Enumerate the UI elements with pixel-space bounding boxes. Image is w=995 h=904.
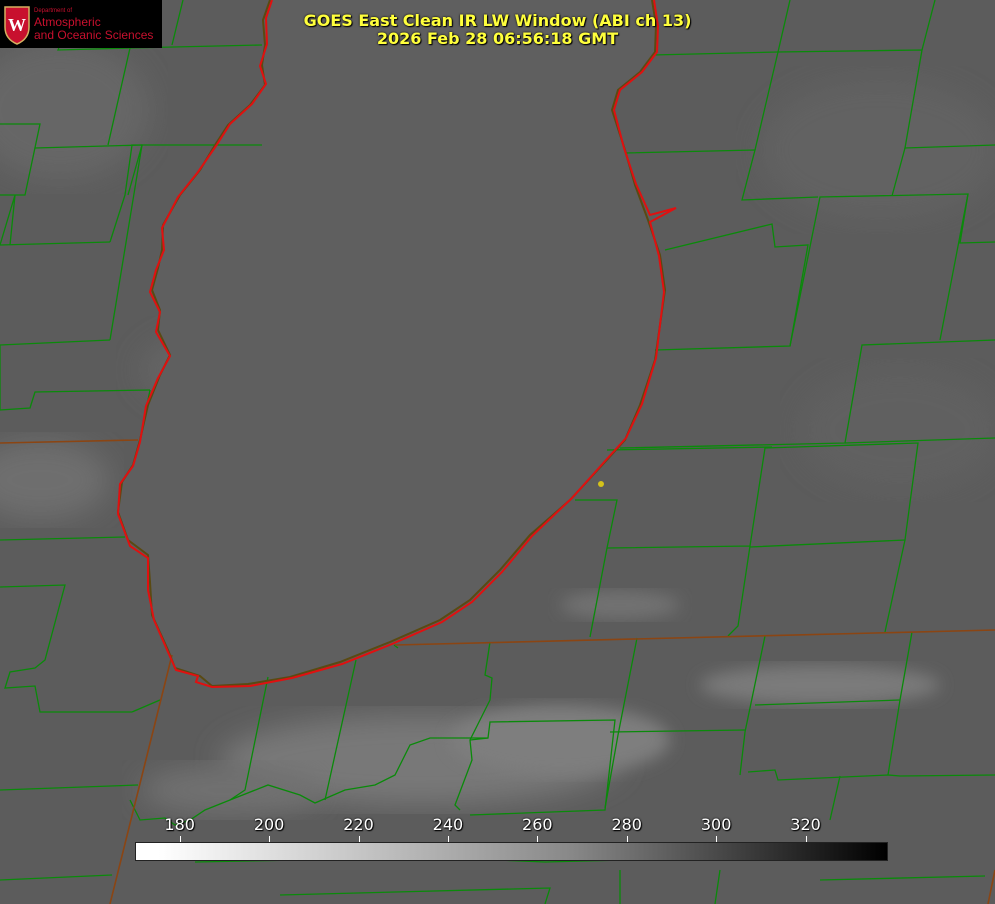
colorbar-tick-mark	[537, 836, 539, 842]
colorbar-tick-mark	[358, 836, 360, 842]
colorbar-tick-label: 240	[432, 815, 464, 834]
location-marker	[598, 481, 604, 487]
map-canvas	[0, 0, 995, 904]
image-timestamp: 2026 Feb 28 06:56:18 GMT	[376, 29, 619, 48]
colorbar-tick-mark	[269, 836, 271, 842]
colorbar-tick-label: 200	[253, 815, 285, 834]
colorbar-tick-mark	[447, 836, 449, 842]
colorbar-tick-mark	[716, 836, 718, 842]
image-title: GOES East Clean IR LW Window (ABI ch 13)	[303, 11, 692, 30]
satellite-image-viewer: W Department of Atmospheric and Oceanic …	[0, 0, 995, 904]
colorbar-tick-label: 320	[790, 815, 821, 834]
colorbar-tick-mark	[179, 836, 181, 842]
colorbar-tick-label: 280	[611, 815, 642, 834]
colorbar-tick-label: 220	[343, 815, 374, 834]
colorbar-tick-mark	[626, 836, 628, 842]
colorbar-tick-label: 260	[522, 815, 553, 834]
colorbar-tick-mark	[805, 836, 807, 842]
colorbar-tick-label: 180	[164, 815, 195, 834]
temperature-colorbar	[135, 842, 888, 861]
colorbar-tick-label: 300	[700, 815, 732, 834]
